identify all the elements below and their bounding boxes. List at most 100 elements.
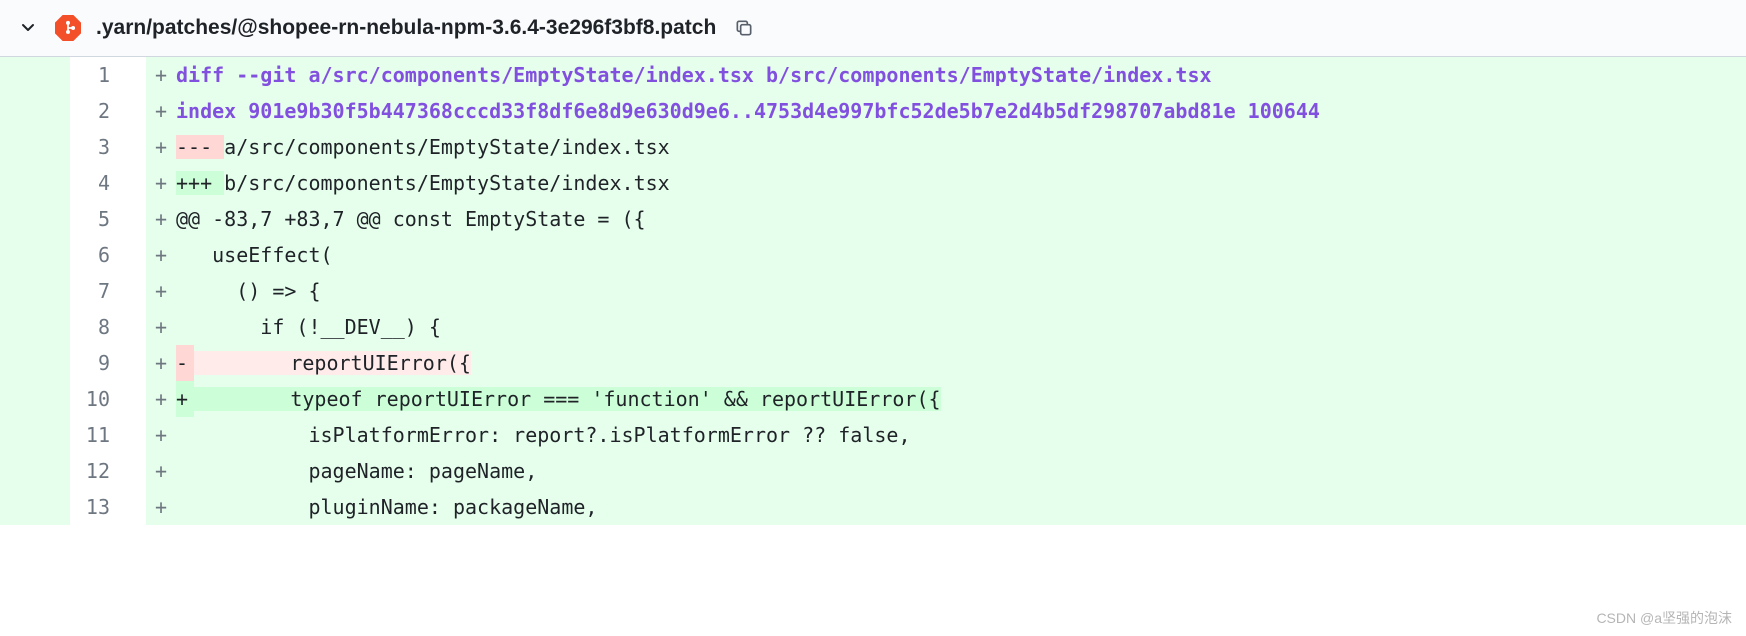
diff-left-gutter <box>0 417 70 453</box>
code-cell[interactable]: () => { <box>176 273 1746 309</box>
code-cell[interactable]: +++ b/src/components/EmptyState/index.ts… <box>176 165 1746 201</box>
code-cell[interactable]: isPlatformError: report?.isPlatformError… <box>176 417 1746 453</box>
diff-marker: + <box>146 381 176 417</box>
line-number[interactable]: 13 <box>70 489 128 525</box>
line-number[interactable]: 12 <box>70 453 128 489</box>
code-cell[interactable]: index 901e9b30f5b447368cccd33f8df6e8d9e6… <box>176 93 1746 129</box>
diff-left-gutter <box>0 165 70 201</box>
diff-line: 12 + pageName: pageName, <box>0 453 1746 489</box>
gutter-separator <box>128 345 146 381</box>
diff-marker: + <box>146 417 176 453</box>
diff-line: 13 + pluginName: packageName, <box>0 489 1746 525</box>
code-text: pageName: pageName, <box>176 459 537 483</box>
code-cell[interactable]: pluginName: packageName, <box>176 489 1746 525</box>
diff-left-gutter <box>0 345 70 381</box>
code-text: isPlatformError: report?.isPlatformError… <box>176 423 911 447</box>
diff-marker: + <box>146 237 176 273</box>
copy-path-icon[interactable] <box>734 18 754 38</box>
git-diff-icon <box>54 14 82 42</box>
gutter-separator <box>128 417 146 453</box>
code-text: @@ -83,7 +83,7 @@ const EmptyState = ({ <box>176 207 646 231</box>
code-text: typeof reportUIError === 'function' && r… <box>194 387 941 411</box>
gutter-separator <box>128 237 146 273</box>
code-cell[interactable]: if (!__DEV__) { <box>176 309 1746 345</box>
diff-line: 11 + isPlatformError: report?.isPlatformE… <box>0 417 1746 453</box>
file-header: .yarn/patches/@shopee-rn-nebula-npm-3.6.… <box>0 0 1746 57</box>
diff-marker: + <box>146 273 176 309</box>
diff-left-gutter <box>0 381 70 417</box>
diff-sign: +++ <box>176 171 224 195</box>
gutter-separator <box>128 489 146 525</box>
diff-marker: + <box>146 201 176 237</box>
diff-marker: + <box>146 57 176 93</box>
code-text: b/src/components/EmptyState/index.tsx <box>224 171 670 195</box>
diff-line: 7 + () => { <box>0 273 1746 309</box>
line-number[interactable]: 3 <box>70 129 128 165</box>
line-number[interactable]: 7 <box>70 273 128 309</box>
gutter-separator <box>128 273 146 309</box>
line-number[interactable]: 4 <box>70 165 128 201</box>
diff-left-gutter <box>0 237 70 273</box>
line-number[interactable]: 11 <box>70 417 128 453</box>
line-number[interactable]: 5 <box>70 201 128 237</box>
diff-line: 4 ++++ b/src/components/EmptyState/index.… <box>0 165 1746 201</box>
code-text: if (!__DEV__) { <box>176 315 441 339</box>
file-path: .yarn/patches/@shopee-rn-nebula-npm-3.6.… <box>96 16 716 40</box>
diff-left-gutter <box>0 309 70 345</box>
line-number[interactable]: 2 <box>70 93 128 129</box>
code-text: () => { <box>176 279 321 303</box>
code-cell[interactable]: @@ -83,7 +83,7 @@ const EmptyState = ({ <box>176 201 1746 237</box>
watermark: CSDN @a坚强的泡沫 <box>1596 608 1732 628</box>
diff-marker: + <box>146 309 176 345</box>
diff-left-gutter <box>0 489 70 525</box>
diff-left-gutter <box>0 129 70 165</box>
diff-sign: --- <box>176 135 224 159</box>
line-number[interactable]: 1 <box>70 57 128 93</box>
gutter-separator <box>128 93 146 129</box>
code-cell[interactable]: diff --git a/src/components/EmptyState/i… <box>176 57 1746 93</box>
gutter-separator <box>128 309 146 345</box>
code-cell[interactable]: useEffect( <box>176 237 1746 273</box>
gutter-separator <box>128 57 146 93</box>
gutter-separator <box>128 453 146 489</box>
diff-line: 10 ++ typeof reportUIError === 'function'… <box>0 381 1746 417</box>
code-text: pluginName: packageName, <box>176 495 597 519</box>
diff-marker: + <box>146 165 176 201</box>
line-number[interactable]: 9 <box>70 345 128 381</box>
diff-sign: - <box>176 345 194 381</box>
diff-line: 2 +index 901e9b30f5b447368cccd33f8df6e8d9… <box>0 93 1746 129</box>
diff-line: 5 +@@ -83,7 +83,7 @@ const EmptyState = (… <box>0 201 1746 237</box>
code-text: reportUIError({ <box>194 351 471 375</box>
diff-line: 8 + if (!__DEV__) { <box>0 309 1746 345</box>
code-cell[interactable]: --- a/src/components/EmptyState/index.ts… <box>176 129 1746 165</box>
code-cell[interactable]: + typeof reportUIError === 'function' &&… <box>176 381 1746 417</box>
diff-left-gutter <box>0 57 70 93</box>
gutter-separator <box>128 129 146 165</box>
line-number[interactable]: 6 <box>70 237 128 273</box>
diff-marker: + <box>146 453 176 489</box>
diff-left-gutter <box>0 273 70 309</box>
gutter-separator <box>128 381 146 417</box>
code-cell[interactable]: - reportUIError({ <box>176 345 1746 381</box>
gutter-separator <box>128 165 146 201</box>
diff-marker: + <box>146 129 176 165</box>
code-text: index 901e9b30f5b447368cccd33f8df6e8d9e6… <box>176 99 1320 123</box>
code-text: a/src/components/EmptyState/index.tsx <box>224 135 670 159</box>
gutter-separator <box>128 201 146 237</box>
diff-left-gutter <box>0 201 70 237</box>
diff-line: 3 +--- a/src/components/EmptyState/index.… <box>0 129 1746 165</box>
diff-table: 1+diff --git a/src/components/EmptyState… <box>0 57 1746 525</box>
diff-left-gutter <box>0 93 70 129</box>
code-cell[interactable]: pageName: pageName, <box>176 453 1746 489</box>
diff-sign: + <box>176 381 194 417</box>
line-number[interactable]: 8 <box>70 309 128 345</box>
diff-line: 1 +diff --git a/src/components/EmptyState… <box>0 57 1746 93</box>
diff-line: 6 + useEffect( <box>0 237 1746 273</box>
diff-marker: + <box>146 93 176 129</box>
diff-line: 9+- reportUIError({ <box>0 345 1746 381</box>
diff-marker: + <box>146 489 176 525</box>
line-number[interactable]: 10 <box>70 381 128 417</box>
chevron-down-icon[interactable] <box>20 20 36 36</box>
diff-left-gutter <box>0 453 70 489</box>
code-text: diff --git a/src/components/EmptyState/i… <box>176 63 1212 87</box>
